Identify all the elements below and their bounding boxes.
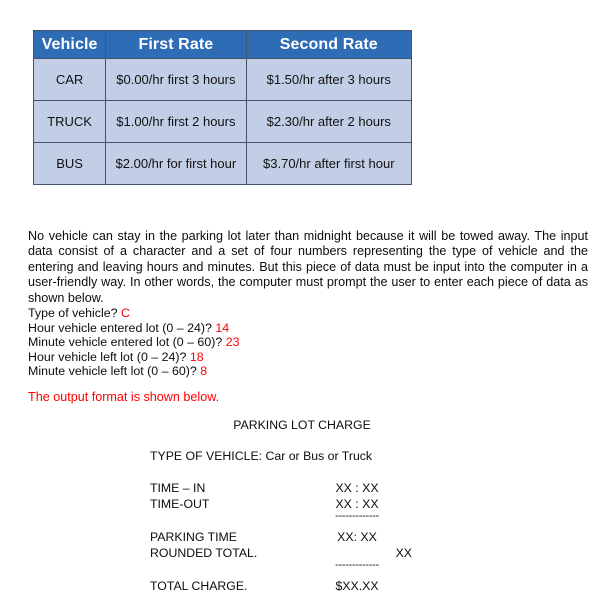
cell-vehicle: CAR (32, 58, 107, 101)
prompt-label: Type of vehicle? (28, 306, 118, 320)
prompt-answer: 23 (225, 335, 240, 350)
prompt-label: Minute vehicle left lot (0 – 60)? (28, 364, 197, 379)
input-prompt-block: Type of vehicle? C Hour vehicle entered … (28, 306, 239, 379)
output-label-parking-time: PARKING TIME (150, 530, 238, 544)
output-value-parking-time: XX: XX (337, 530, 377, 544)
output-row-total-charge: TOTAL CHARGE. $XX.XX (150, 579, 450, 595)
output-format-sample: PARKING LOT CHARGE TYPE OF VEHICLE: Car … (150, 418, 450, 595)
output-rule-upper: ------------- (150, 510, 450, 523)
output-label-total-charge: TOTAL CHARGE. (150, 579, 248, 593)
prompt-line-hour-entered: Hour vehicle entered lot (0 – 24)? 14 (28, 321, 239, 336)
output-title: PARKING LOT CHARGE (233, 418, 371, 432)
output-value-total-charge: $XX.XX (335, 579, 379, 593)
cell-vehicle: TRUCK (32, 100, 107, 143)
prompt-line-hour-left: Hour vehicle left lot (0 – 24)? 18 (28, 350, 239, 365)
prompt-label: Minute vehicle entered lot (0 – 60)? (28, 335, 223, 350)
output-value-time-in: XX : XX (335, 481, 379, 495)
cell-first-rate: $2.00/hr for first hour (105, 142, 247, 185)
cell-second-rate: $3.70/hr after first hour (245, 142, 413, 185)
table-row: CAR $0.00/hr first 3 hours $1.50/hr afte… (32, 58, 413, 101)
prompt-answer: 8 (200, 364, 208, 379)
rate-table-header-row: Vehicle First Rate Second Rate (32, 30, 413, 59)
output-gap (150, 523, 450, 530)
output-row-time-in: TIME – IN XX : XX (150, 481, 450, 497)
rate-table-body: CAR $0.00/hr first 3 hours $1.50/hr afte… (32, 58, 413, 185)
rule-spacer (150, 561, 302, 572)
output-row-rounded-total: ROUNDED TOTAL. XX (150, 546, 450, 562)
output-format-note: The output format is shown below. (28, 390, 220, 404)
prompt-answer: 18 (189, 349, 204, 364)
output-label-time-out: TIME-OUT (150, 496, 210, 511)
output-rule-lower: ------------- (150, 559, 450, 572)
rate-table-head: Vehicle First Rate Second Rate (32, 30, 413, 59)
cell-second-rate: $2.30/hr after 2 hours (245, 100, 413, 143)
body-paragraph: No vehicle can stay in the parking lot l… (28, 228, 588, 305)
column-header-second-rate: Second Rate (245, 30, 413, 59)
prompt-answer: 14 (215, 320, 230, 335)
prompt-line-vehicle-type: Type of vehicle? C (28, 306, 239, 321)
prompt-answer: C (121, 306, 130, 320)
prompt-line-minute-left: Minute vehicle left lot (0 – 60)? 8 (28, 364, 239, 379)
prompt-line-minute-entered: Minute vehicle entered lot (0 – 60)? 23 (28, 335, 239, 350)
rule-spacer (150, 512, 302, 523)
table-row: TRUCK $1.00/hr first 2 hours $2.30/hr af… (32, 100, 413, 143)
cell-first-rate: $1.00/hr first 2 hours (105, 100, 247, 143)
column-header-first-rate: First Rate (105, 30, 247, 59)
dashed-separator: ------------- (335, 559, 379, 571)
output-row-parking-time: PARKING TIME XX: XX (150, 530, 450, 546)
cell-vehicle: BUS (32, 142, 107, 185)
dashed-separator: ------------- (335, 510, 379, 522)
prompt-label: Hour vehicle left lot (0 – 24)? (28, 349, 187, 364)
column-header-vehicle: Vehicle (32, 30, 107, 59)
cell-first-rate: $0.00/hr first 3 hours (105, 58, 247, 101)
table-row: BUS $2.00/hr for first hour $3.70/hr aft… (32, 142, 413, 185)
output-gap (150, 572, 450, 579)
output-row-time-out: TIME-OUT XX : XX (150, 497, 450, 513)
output-label-rounded-total: ROUNDED TOTAL. (150, 545, 258, 560)
output-vehicle-type-line: TYPE OF VEHICLE: Car or Bus or Truck (150, 449, 373, 463)
output-label-time-in: TIME – IN (150, 481, 206, 495)
prompt-label: Hour vehicle entered lot (0 – 24)? (28, 320, 212, 335)
parking-rate-table: Vehicle First Rate Second Rate CAR $0.00… (32, 30, 413, 185)
cell-second-rate: $1.50/hr after 3 hours (245, 58, 413, 101)
